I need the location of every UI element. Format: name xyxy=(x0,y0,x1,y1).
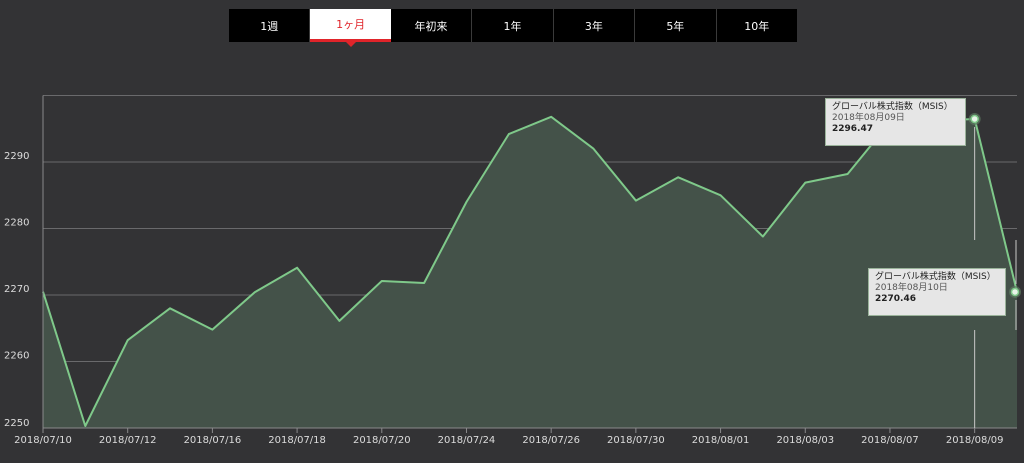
x-tick-label: 2018/07/10 xyxy=(14,435,72,446)
index-chart: 2250 2260 2270 2280 2290 2018/07/10 2018/07/12… xyxy=(4,95,1021,446)
tooltip-aug-09: グローバル株式指数（MSIS） 2018年08月09日 2296.47 xyxy=(825,98,966,146)
x-tick-label: 2018/07/16 xyxy=(184,435,242,446)
y-tick-label: 2250 xyxy=(4,418,29,429)
x-tick-label: 2018/07/30 xyxy=(607,435,665,446)
x-tick-label: 2018/07/24 xyxy=(438,435,496,446)
tooltip-series-name: グローバル株式指数（MSIS） xyxy=(875,272,996,282)
y-tick-label: 2270 xyxy=(4,284,29,295)
x-tick-label: 2018/07/12 xyxy=(99,435,157,446)
tooltip-value: 2296.47 xyxy=(832,124,873,134)
hover-marker xyxy=(970,114,979,124)
tooltip-date: 2018年08月09日 xyxy=(832,113,905,123)
y-tick-label: 2290 xyxy=(4,151,29,162)
x-tick-label: 2018/07/26 xyxy=(522,435,580,446)
x-tick-label: 2018/08/01 xyxy=(692,435,750,446)
y-tick-label: 2280 xyxy=(4,218,29,229)
x-tick-label: 2018/08/07 xyxy=(861,435,919,446)
x-tick-label: 2018/08/03 xyxy=(776,435,834,446)
x-tick-label: 2018/07/18 xyxy=(268,435,326,446)
tooltip-value: 2270.46 xyxy=(875,294,916,304)
tooltip-date: 2018年08月10日 xyxy=(875,283,948,293)
x-tick-label: 2018/07/20 xyxy=(353,435,411,446)
y-tick-label: 2260 xyxy=(4,351,29,362)
tooltip-series-name: グローバル株式指数（MSIS） xyxy=(832,102,953,112)
hover-marker xyxy=(1010,287,1020,297)
x-tick-label: 2018/08/09 xyxy=(946,435,1004,446)
tooltip-aug-10: グローバル株式指数（MSIS） 2018年08月10日 2270.46 xyxy=(868,268,1006,316)
